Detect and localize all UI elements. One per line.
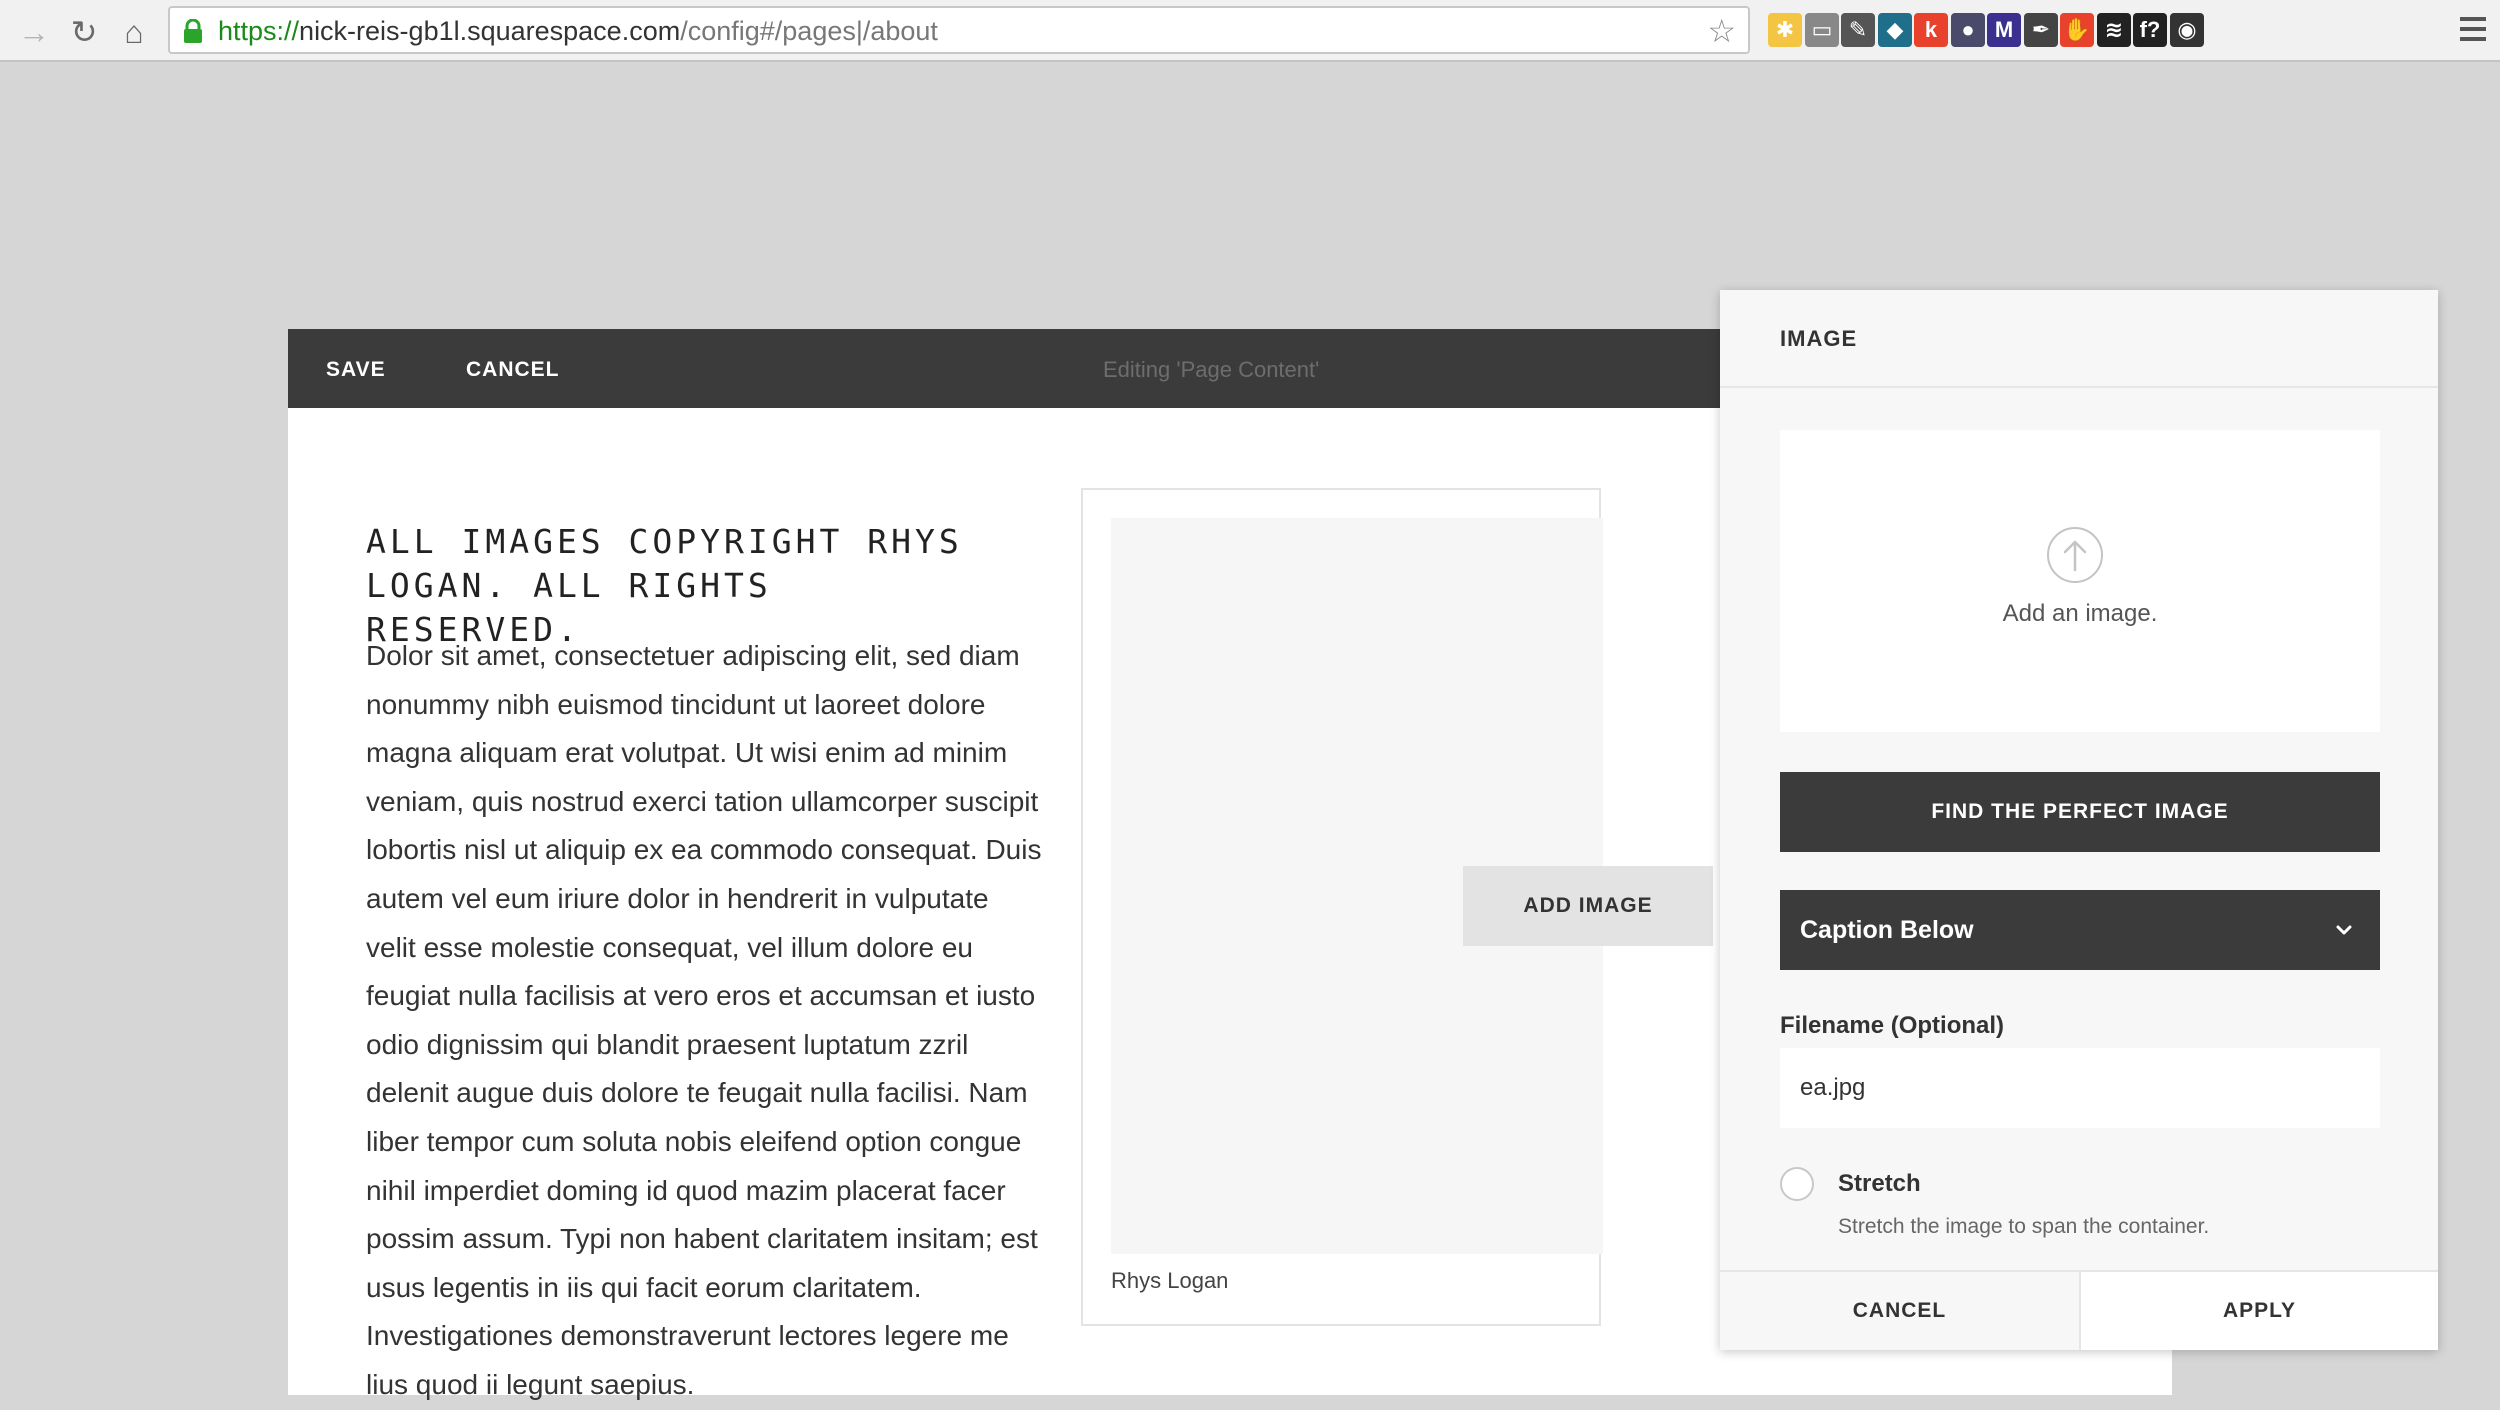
m-extension-icon[interactable]: M (1987, 13, 2021, 47)
mouse-extension-icon[interactable]: ● (1951, 13, 1985, 47)
image-upload-area[interactable]: Add an image. (1780, 430, 2380, 732)
cast-icon[interactable]: ▭ (1805, 13, 1839, 47)
panel-footer: CANCEL APPLY (1720, 1270, 2438, 1350)
editing-status: Editing 'Page Content' (1103, 357, 1320, 382)
browser-toolbar: → ↻ ⌂ https://nick-reis-gb1l.squarespace… (0, 0, 2500, 62)
puzzle-extension-icon[interactable]: ✱ (1768, 13, 1802, 47)
upload-arrow-icon (2047, 527, 2103, 583)
whatfont-icon[interactable]: f? (2133, 13, 2167, 47)
bookmark-star-icon[interactable]: ☆ (1707, 15, 1736, 47)
reload-icon[interactable]: ↻ (64, 12, 104, 52)
adblock-icon[interactable]: ✋ (2060, 13, 2094, 47)
body-text[interactable]: Dolor sit amet, consectetuer adipiscing … (366, 632, 1046, 1410)
panel-header: IMAGE (1720, 290, 2438, 388)
forward-icon[interactable]: → (14, 12, 54, 52)
save-button[interactable]: SAVE (326, 357, 386, 383)
address-bar[interactable]: https://nick-reis-gb1l.squarespace.com/c… (168, 6, 1750, 54)
eyedropper-icon[interactable]: ✒ (2024, 13, 2058, 47)
browser-menu-icon[interactable] (2460, 17, 2486, 47)
k-extension-icon[interactable]: k (1914, 13, 1948, 47)
cancel-button[interactable]: CANCEL (466, 357, 560, 383)
editor-toolbar: SAVE CANCEL Editing 'Page Content' (288, 329, 1724, 408)
image-placeholder: ADD IMAGE (1111, 518, 1713, 1254)
find-perfect-image-button[interactable]: FIND THE PERFECT IMAGE (1780, 772, 2380, 852)
color-wheel-icon[interactable]: ◉ (2170, 13, 2204, 47)
image-panel: IMAGE Add an image. FIND THE PERFECT IMA… (1720, 290, 2438, 1350)
evernote-icon[interactable]: ✎ (1841, 13, 1875, 47)
chevron-down-icon (2336, 925, 2352, 935)
panel-title: IMAGE (1780, 326, 1858, 351)
gem-extension-icon[interactable]: ◆ (1878, 13, 1912, 47)
caption-position-select[interactable]: Caption Below (1780, 890, 2380, 970)
layers-icon[interactable]: ≋ (2097, 13, 2131, 47)
home-icon[interactable]: ⌂ (114, 12, 154, 52)
panel-cancel-button[interactable]: CANCEL (1720, 1272, 2079, 1350)
url-text: https://nick-reis-gb1l.squarespace.com/c… (218, 16, 938, 46)
stretch-toggle[interactable] (1780, 1167, 1814, 1201)
upload-text: Add an image. (2002, 600, 2158, 627)
panel-apply-button[interactable]: APPLY (2079, 1272, 2438, 1350)
image-block[interactable]: ADD IMAGE Rhys Logan (1081, 488, 1713, 1326)
caption-select-value: Caption Below (1800, 916, 1974, 944)
filename-input[interactable] (1780, 1048, 2380, 1128)
stretch-description: Stretch the image to span the container. (1838, 1215, 2210, 1238)
filename-label: Filename (Optional) (1780, 1012, 2005, 1039)
image-caption[interactable]: Rhys Logan (1111, 1268, 1228, 1294)
add-image-button[interactable]: ADD IMAGE (1463, 866, 1713, 946)
lock-icon (184, 19, 202, 43)
stretch-label[interactable]: Stretch (1838, 1170, 1921, 1198)
